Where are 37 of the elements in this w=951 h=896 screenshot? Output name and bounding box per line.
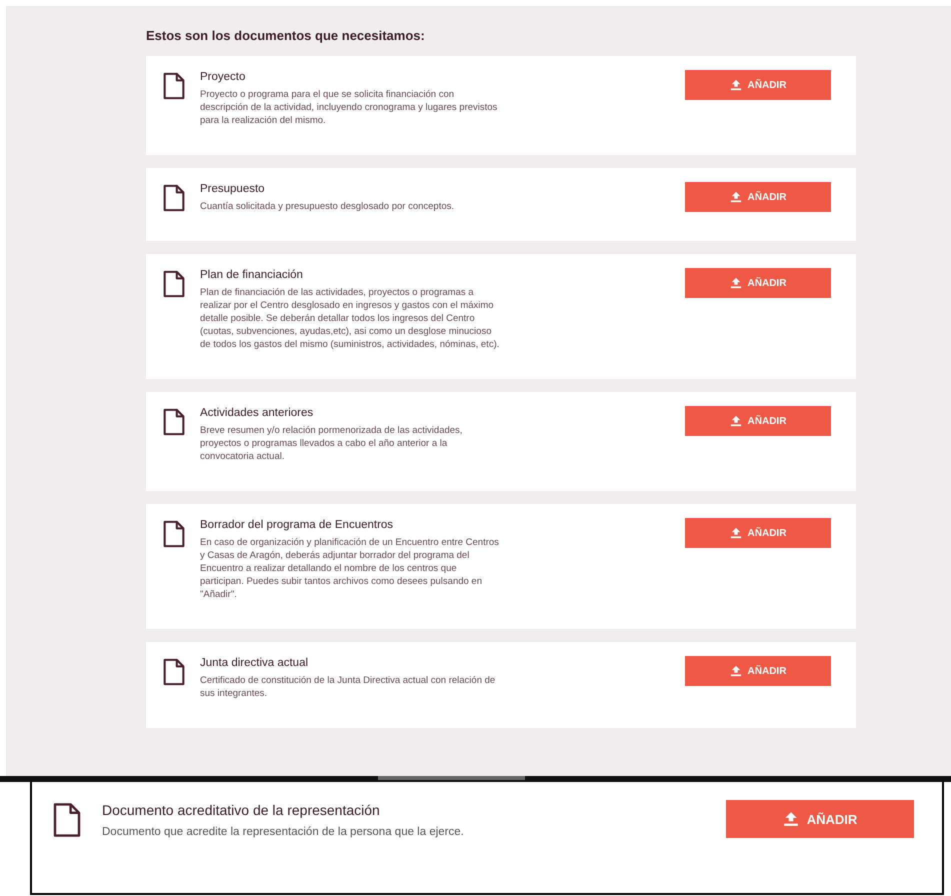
- document-description: Documento que acredite la representación de la persona que la ejerce.: [102, 825, 465, 840]
- upload-icon: [730, 277, 742, 289]
- add-button[interactable]: AÑADIR: [685, 518, 831, 548]
- document-icon: [162, 408, 186, 436]
- document-title: Plan de financiación: [200, 269, 304, 281]
- upload-icon: [730, 665, 742, 677]
- document-description: Cuantía solicitada y presupuesto desglosado por conceptos.: [200, 200, 456, 213]
- document-description: Certificado de constitución de la Junta Directiva actual con relación de sus integrantes.: [200, 674, 496, 700]
- document-description: Breve resumen y/o relación pormenorizada de las actividades, proyectos o programas llevados a cabo el año anterior a la convocatoria actual.: [200, 424, 464, 463]
- add-button[interactable]: AÑADIR: [685, 656, 831, 686]
- document-description: Plan de financiación de las actividades, proyectos o programas a realizar por el Centro desglosado en ingresos y gastos con el máximo detalle posible. Se deberán detallar todos los ingresos del Centro (cuotas, subvenciones, ayudas,etc), asi como un desglose minucioso de todos los gastos del mismo (suministros, actividades, nóminas, etc).: [200, 286, 500, 351]
- add-button[interactable]: AÑADIR: [685, 268, 831, 298]
- document-title: Proyecto: [200, 71, 246, 83]
- scrollbar-thumb[interactable]: [378, 776, 525, 780]
- add-button[interactable]: AÑADIR: [685, 182, 831, 212]
- add-button[interactable]: AÑADIR: [726, 800, 914, 838]
- document-icon: [162, 520, 186, 548]
- upload-icon: [782, 811, 799, 827]
- document-description: Proyecto o programa para el que se solicita financiación con descripción de la actividad, incluyendo cronograma y lugares previstos para la realización del mismo.: [200, 88, 498, 127]
- upload-icon: [730, 191, 742, 203]
- document-title: Actividades anteriores: [200, 407, 314, 419]
- document-icon: [162, 658, 186, 686]
- document-description: En caso de organización y planificación de un Encuentro entre Centros y Casas de Aragón, deberás adjuntar borrador del programa del Encuentro a realizar detallando el nombre de los centros que participan. Puedes subir tantos archivos como desees pulsando en "Añadir".: [200, 536, 500, 601]
- document-icon: [162, 270, 186, 298]
- document-icon: [162, 72, 186, 100]
- document-title: Presupuesto: [200, 183, 266, 195]
- document-icon: [162, 184, 186, 212]
- add-button[interactable]: AÑADIR: [685, 406, 831, 436]
- document-title: Junta directiva actual: [200, 657, 310, 669]
- add-button[interactable]: AÑADIR: [685, 70, 831, 100]
- document-title: Borrador del programa de Encuentros: [200, 519, 394, 531]
- upload-icon: [730, 527, 742, 539]
- document-title: Documento acreditativo de la representación: [102, 802, 381, 818]
- upload-icon: [730, 79, 742, 91]
- section-heading: Estos son los documentos que necesitamos:: [146, 28, 426, 42]
- upload-icon: [730, 415, 742, 427]
- document-icon: [52, 802, 82, 838]
